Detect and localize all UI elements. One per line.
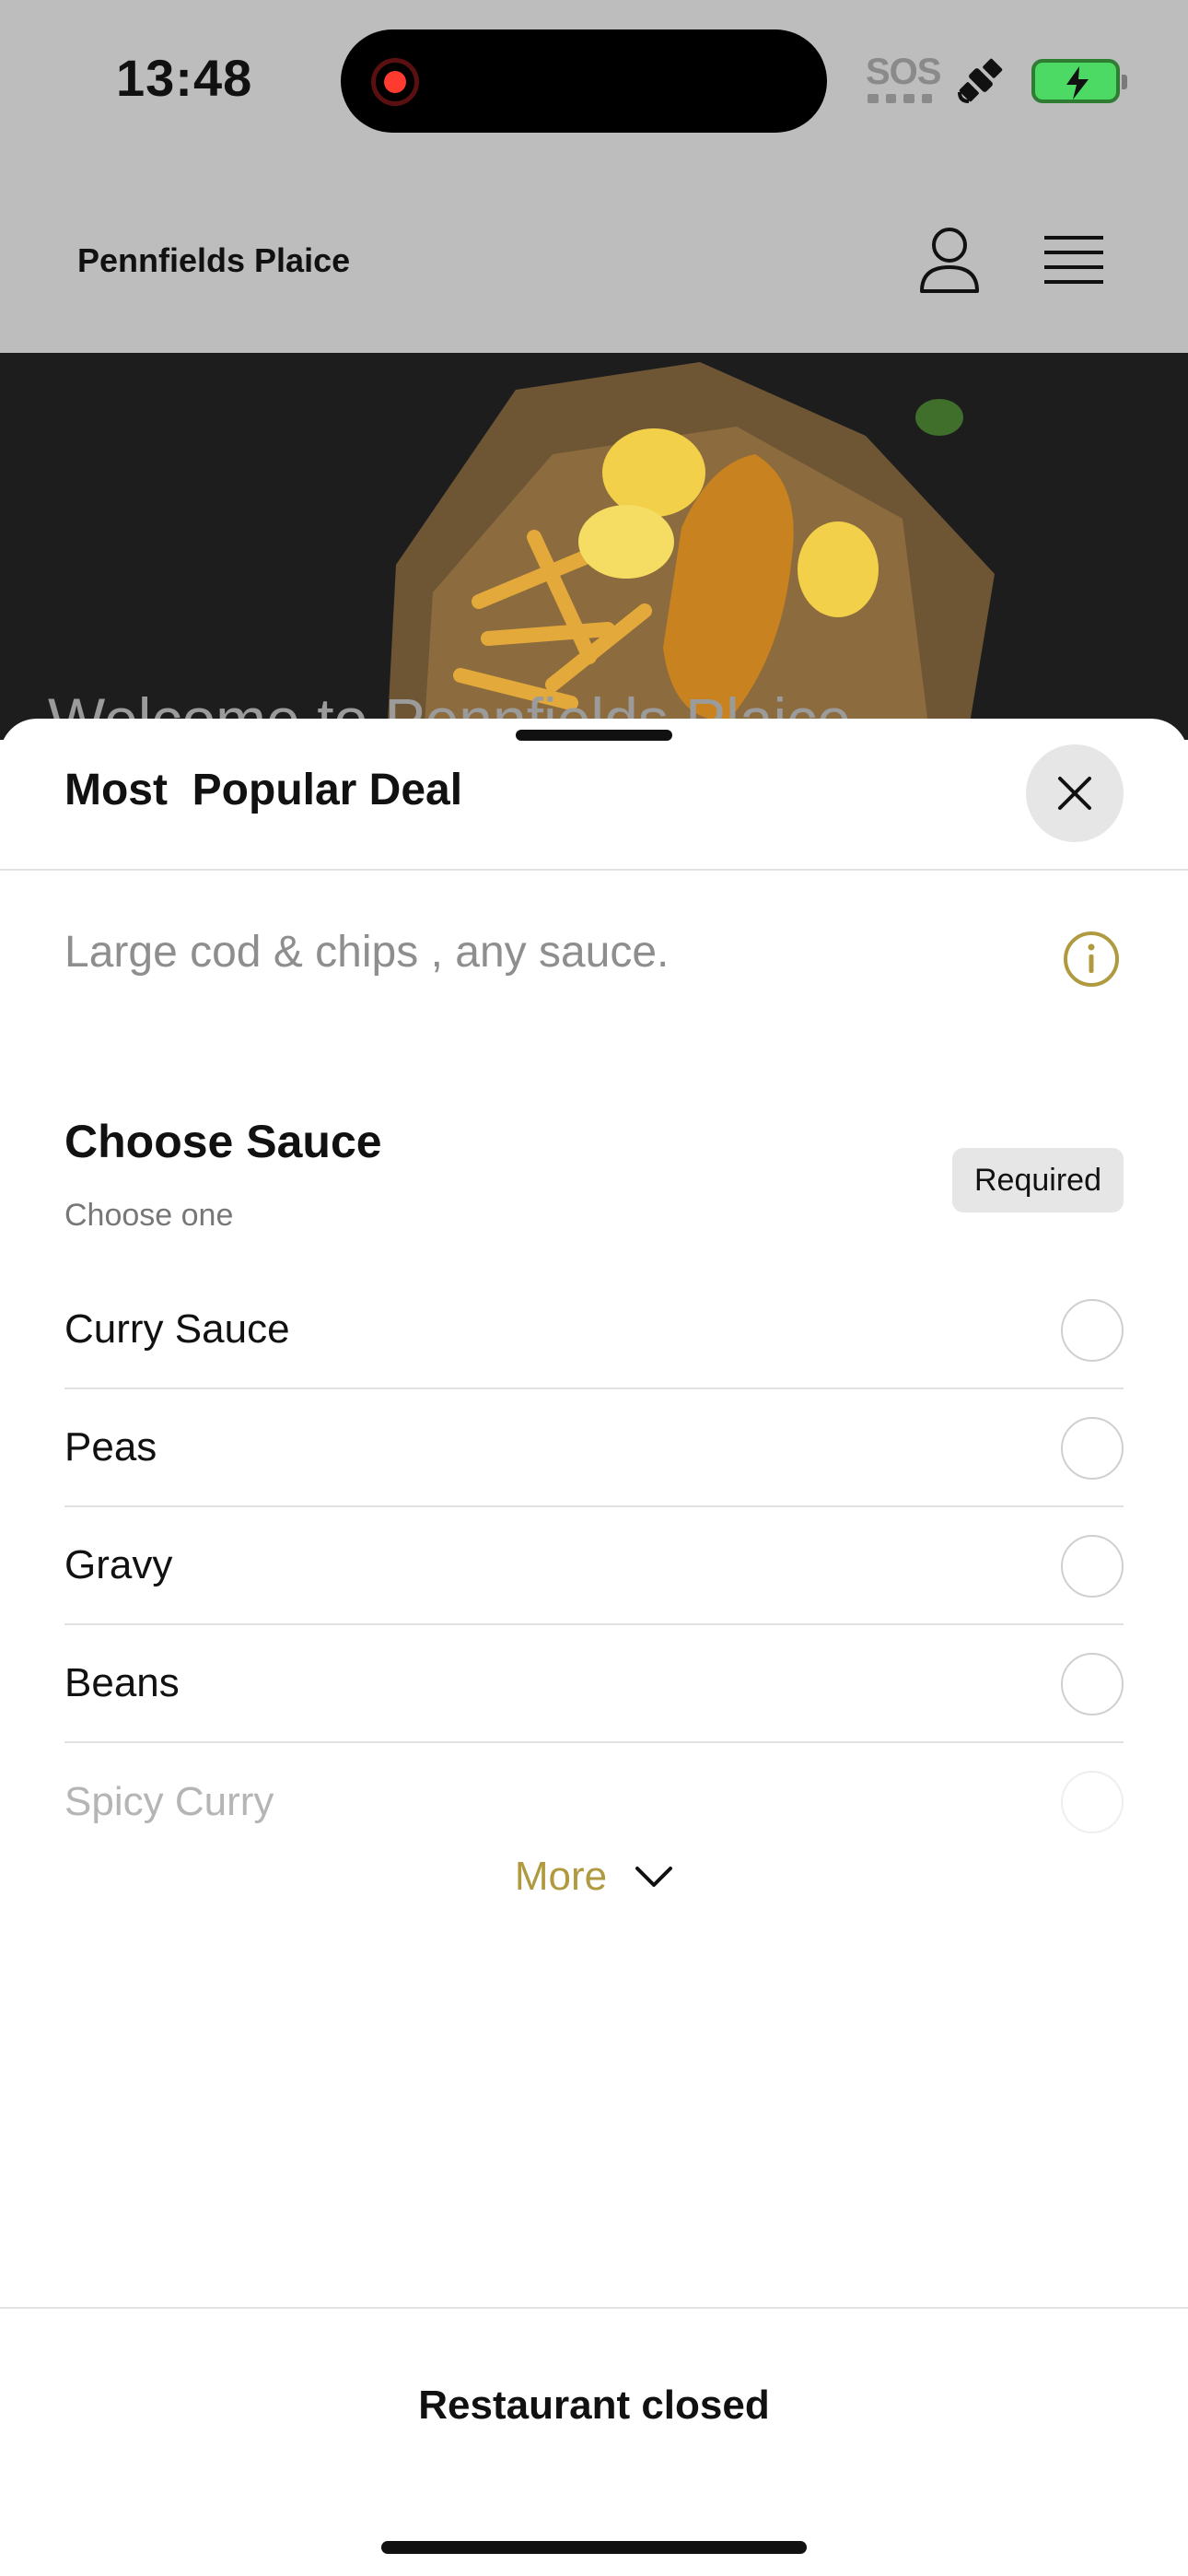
option-label: Beans	[64, 1660, 180, 1705]
menu-icon[interactable]	[1044, 234, 1103, 284]
chevron-down-icon	[635, 1867, 673, 1887]
radio-button[interactable]	[1061, 1771, 1124, 1833]
radio-button[interactable]	[1061, 1653, 1124, 1715]
more-button[interactable]: More	[0, 1854, 1188, 1900]
radio-button[interactable]	[1061, 1535, 1124, 1598]
screen-recording-icon	[371, 58, 419, 106]
status-bar: 13:48 SOS	[0, 0, 1188, 166]
option-beans[interactable]: Beans	[64, 1625, 1124, 1743]
app-header: Pennfields Plaice	[0, 166, 1188, 353]
sos-indicator: SOS	[866, 52, 941, 92]
option-label: Curry Sauce	[64, 1306, 290, 1352]
radio-button[interactable]	[1061, 1299, 1124, 1362]
required-badge: Required	[952, 1148, 1124, 1212]
option-peas[interactable]: Peas	[64, 1389, 1124, 1507]
home-indicator[interactable]	[381, 2541, 807, 2554]
divider	[0, 869, 1188, 871]
sheet-title: Most Popular Deal	[64, 766, 463, 814]
option-gravy[interactable]: Gravy	[64, 1507, 1124, 1625]
option-group-title: Choose Sauce	[64, 1116, 382, 1167]
footer-divider	[0, 2307, 1188, 2309]
sauce-options-list: Curry Sauce Peas Gravy Beans Spicy Curry	[64, 1271, 1124, 1861]
info-icon[interactable]	[1063, 931, 1120, 988]
brand-name[interactable]: Pennfields Plaice	[77, 241, 350, 280]
dynamic-island	[341, 29, 827, 133]
deal-bottom-sheet: Most Popular Deal Large cod & chips , an…	[0, 719, 1188, 2576]
more-label: More	[514, 1854, 608, 1899]
option-label: Gravy	[64, 1542, 173, 1587]
option-spicy-curry[interactable]: Spicy Curry	[64, 1743, 1124, 1861]
fish-and-chips-image	[0, 353, 1188, 740]
close-button[interactable]	[1026, 744, 1124, 842]
close-icon	[1058, 777, 1091, 810]
option-label: Peas	[64, 1424, 157, 1469]
status-time: 13:48	[116, 49, 253, 107]
battery-charging-icon	[1031, 59, 1127, 103]
satellite-icon	[958, 58, 1003, 103]
radio-button[interactable]	[1061, 1417, 1124, 1480]
user-icon[interactable]	[917, 225, 982, 295]
sos-dots-icon	[868, 94, 932, 103]
hero-banner: Welcome to Pennfields Plaice	[0, 353, 1188, 740]
sheet-grabber[interactable]	[516, 730, 672, 741]
restaurant-status: Restaurant closed	[418, 2383, 770, 2428]
option-group-subtitle: Choose one	[64, 1198, 234, 1233]
option-label: Spicy Curry	[64, 1779, 274, 1824]
option-curry-sauce[interactable]: Curry Sauce	[64, 1271, 1124, 1389]
deal-description: Large cod & chips , any sauce.	[64, 928, 670, 977]
